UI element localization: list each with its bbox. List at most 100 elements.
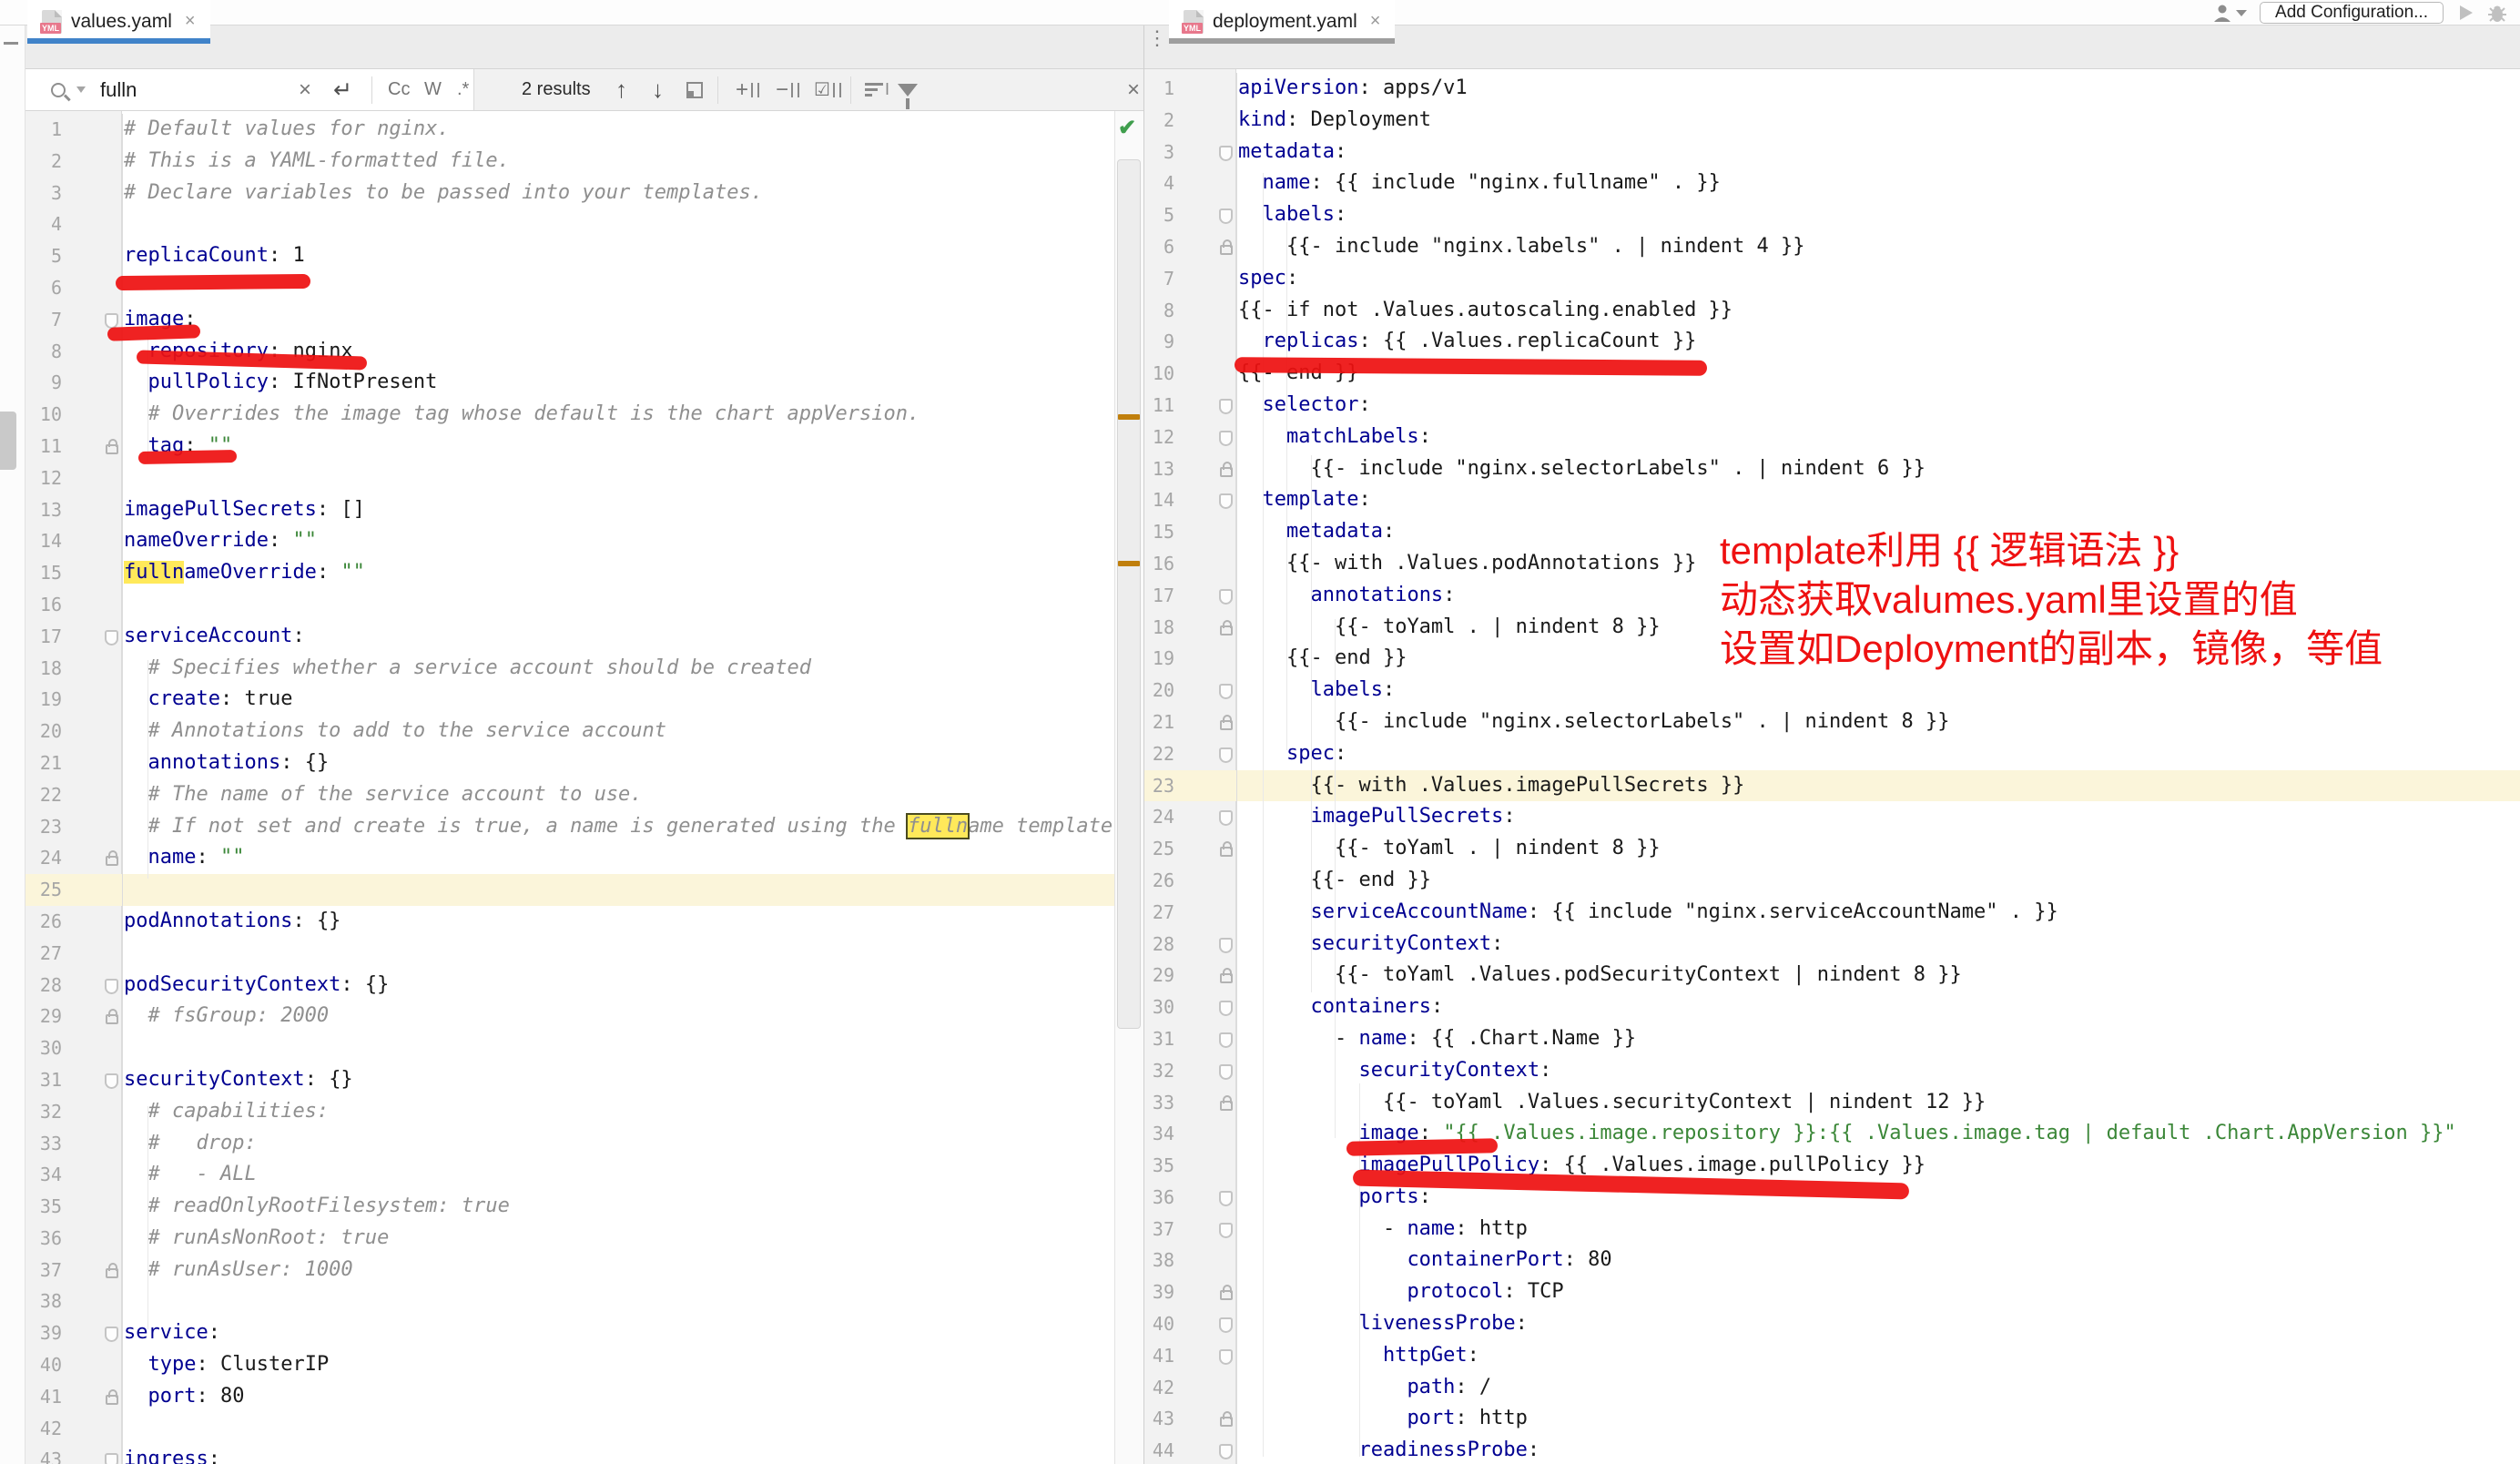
fold-marker-icon[interactable] [105,1327,118,1342]
code-line[interactable]: 25 [25,874,1114,906]
add-configuration-button[interactable]: Add Configuration... [2260,2,2444,24]
code-line[interactable]: 41 port: 80 [25,1381,1114,1413]
search-input[interactable]: fulln [100,69,137,110]
code-line[interactable]: 14 template: [1144,484,2520,516]
code-line[interactable]: 13imagePullSecrets: [] [25,494,1114,526]
code-line[interactable]: 9 pullPolicy: IfNotPresent [25,367,1114,399]
fold-marker-icon[interactable] [105,1453,118,1464]
tool-window-handle-icon[interactable] [4,42,18,45]
code-line[interactable]: 5replicaCount: 1 [25,240,1114,272]
code-line[interactable]: 3metadata: [1144,137,2520,168]
code-line[interactable]: 36 # runAsNonRoot: true [25,1223,1114,1255]
fold-marker-icon[interactable] [1219,1032,1233,1048]
code-line[interactable]: 31securityContext: {} [25,1064,1114,1096]
values-yaml-editor[interactable]: 1# Default values for nginx.2# This is a… [25,114,1114,1464]
user-icon[interactable] [2212,3,2247,23]
split-drag-handle-icon[interactable]: ⋮ [1147,33,1160,43]
code-line[interactable]: 23 # If not set and create is true, a na… [25,811,1114,843]
code-line[interactable]: 27 [25,938,1114,970]
code-line[interactable]: 40 type: ClusterIP [25,1349,1114,1381]
code-line[interactable]: 15fullnameOverride: "" [25,557,1114,589]
fold-marker-icon[interactable] [1219,1191,1233,1206]
code-line[interactable]: 32 securityContext: [1144,1055,2520,1087]
select-occurrences-checkbox-icon[interactable]: ☑ [814,69,841,110]
code-line[interactable]: 14nameOverride: "" [25,525,1114,557]
code-line[interactable]: 24 name: "" [25,842,1114,874]
next-occurrence-icon[interactable]: ↓ [652,69,664,110]
run-icon[interactable] [2456,4,2474,22]
code-line[interactable]: 41 httpGet: [1144,1340,2520,1372]
code-line[interactable]: 40 livenessProbe: [1144,1308,2520,1340]
code-line[interactable]: 39service: [25,1317,1114,1349]
previous-occurrence-icon[interactable]: ↑ [615,69,627,110]
code-line[interactable]: 11 selector: [1144,390,2520,422]
code-line[interactable]: 8{{- if not .Values.autoscaling.enabled … [1144,295,2520,327]
code-line[interactable]: 2kind: Deployment [1144,105,2520,137]
code-line[interactable]: 2# This is a YAML-formatted file. [25,146,1114,178]
code-line[interactable]: 34 # - ALL [25,1159,1114,1191]
code-line[interactable]: 33 # drop: [25,1128,1114,1160]
code-line[interactable]: 28 securityContext: [1144,929,2520,961]
fold-marker-icon[interactable] [1219,493,1233,509]
deployment-yaml-editor[interactable]: 1apiVersion: apps/v12kind: Deployment3me… [1144,73,2520,1464]
debug-icon[interactable] [2487,3,2507,23]
code-line[interactable]: 37 - name: http [1144,1214,2520,1245]
fold-marker-icon[interactable] [1219,1444,1233,1459]
code-line[interactable]: 38 containerPort: 80 [1144,1245,2520,1276]
code-line[interactable]: 32 # capabilities: [25,1096,1114,1128]
code-line[interactable]: 31 - name: {{ .Chart.Name }} [1144,1023,2520,1055]
code-line[interactable]: 6 {{- include "nginx.labels" . | nindent… [1144,231,2520,263]
code-line[interactable]: 23 {{- with .Values.imagePullSecrets }} [1144,770,2520,802]
code-line[interactable]: 42 path: / [1144,1372,2520,1404]
code-line[interactable]: 28podSecurityContext: {} [25,970,1114,1001]
code-line[interactable]: 37 # runAsUser: 1000 [25,1255,1114,1286]
code-line[interactable]: 29 {{- toYaml .Values.podSecurityContext… [1144,960,2520,991]
inspection-ok-icon[interactable]: ✔ [1118,115,1136,141]
fold-marker-icon[interactable] [105,1073,118,1089]
fold-marker-icon[interactable] [1219,1349,1233,1365]
code-line[interactable]: 1# Default values for nginx. [25,114,1114,146]
code-line[interactable]: 13 {{- include "nginx.selectorLabels" . … [1144,453,2520,485]
fold-marker-icon[interactable] [1219,747,1233,763]
code-line[interactable]: 43 port: http [1144,1403,2520,1435]
code-line[interactable]: 21 annotations: {} [25,747,1114,779]
code-line[interactable]: 26 {{- end }} [1144,865,2520,897]
select-all-occurrences-icon[interactable] [686,69,703,110]
code-line[interactable]: 26podAnnotations: {} [25,906,1114,938]
code-line[interactable]: 30 containers: [1144,991,2520,1023]
filter-icon[interactable] [898,69,918,110]
fold-marker-icon[interactable] [1219,684,1233,699]
tab-close-icon[interactable]: × [185,11,196,32]
code-line[interactable]: 27 serviceAccountName: {{ include "nginx… [1144,897,2520,929]
code-line[interactable]: 22 spec: [1144,738,2520,770]
code-line[interactable]: 5 labels: [1144,199,2520,231]
code-line[interactable]: 16 [25,589,1114,621]
code-line[interactable]: 1apiVersion: apps/v1 [1144,73,2520,105]
code-line[interactable]: 21 {{- include "nginx.selectorLabels" . … [1144,707,2520,738]
code-line[interactable]: 20 # Annotations to add to the service a… [25,716,1114,747]
fold-marker-icon[interactable] [1219,1064,1233,1080]
add-selection-icon[interactable]: + [736,69,759,110]
fold-marker-icon[interactable] [1219,589,1233,605]
code-line[interactable]: 18 # Specifies whether a service account… [25,653,1114,685]
code-line[interactable]: 10 # Overrides the image tag whose defau… [25,399,1114,431]
tab-values-yaml[interactable]: YML values.yaml × [27,0,210,43]
clear-search-icon[interactable]: × [299,69,311,110]
code-line[interactable]: 35 # readOnlyRootFilesystem: true [25,1191,1114,1223]
fold-marker-icon[interactable] [1219,146,1233,161]
code-line[interactable]: 7spec: [1144,263,2520,295]
code-line[interactable]: 3# Declare variables to be passed into y… [25,178,1114,209]
code-line[interactable]: 30 [25,1032,1114,1064]
code-line[interactable]: 17serviceAccount: [25,621,1114,653]
fold-marker-icon[interactable] [1219,208,1233,224]
fold-marker-icon[interactable] [1219,810,1233,826]
fold-marker-icon[interactable] [1219,938,1233,953]
code-line[interactable]: 38 [25,1286,1114,1317]
search-options-icon[interactable]: I [865,69,889,110]
search-icon[interactable] [51,69,66,110]
fold-marker-icon[interactable] [105,313,118,329]
code-line[interactable]: 42 [25,1413,1114,1445]
code-line[interactable]: 4 [25,208,1114,240]
search-match-stripe-mark[interactable] [1118,561,1140,566]
code-line[interactable]: 4 name: {{ include "nginx.fullname" . }} [1144,168,2520,199]
